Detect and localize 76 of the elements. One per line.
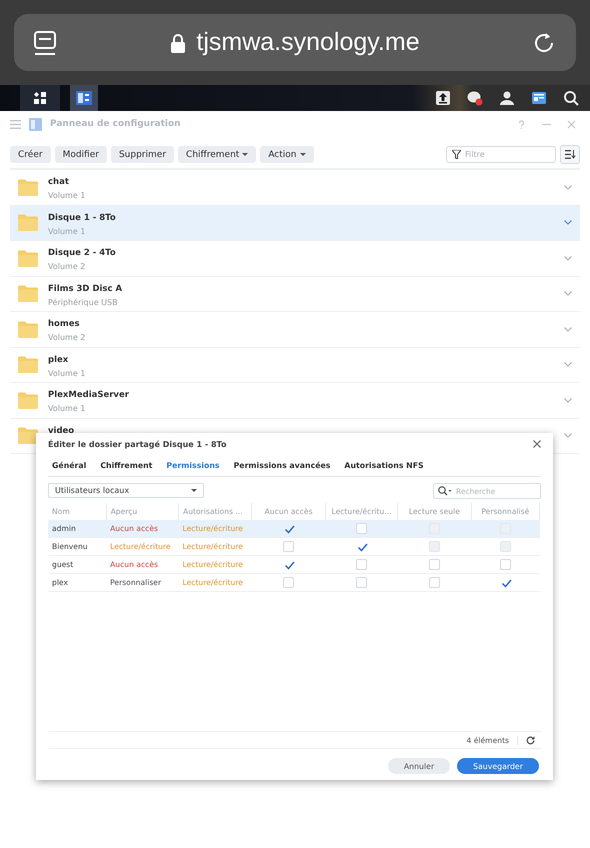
sort-icon (564, 150, 576, 159)
toolbar-button[interactable]: Action (260, 146, 314, 163)
upload-icon[interactable] (435, 90, 451, 106)
folder-icon (18, 427, 38, 444)
sort-button[interactable] (560, 145, 580, 164)
search-icon[interactable] (563, 90, 579, 106)
folder-icon (18, 178, 38, 196)
chevron-icon[interactable] (564, 291, 572, 296)
refresh-icon[interactable] (526, 736, 535, 744)
chevron-icon[interactable] (564, 184, 572, 190)
close-icon[interactable] (533, 440, 541, 448)
folder-icon (18, 392, 38, 409)
chevron-icon[interactable] (564, 256, 572, 261)
user-icon[interactable] (499, 90, 515, 106)
toolbar-button[interactable]: Modifier (54, 146, 107, 163)
checkbox[interactable] (356, 577, 367, 588)
chevron-icon[interactable] (564, 433, 572, 438)
widget-icon[interactable] (531, 90, 547, 106)
folder-icon (18, 214, 38, 232)
reader-icon[interactable] (32, 28, 58, 56)
folder-name: Films 3D Disc A (48, 284, 124, 294)
checkbox[interactable] (283, 541, 294, 552)
checkbox[interactable] (500, 559, 511, 570)
folder-row[interactable]: Films 3D Disc A Périphérique USB (10, 276, 580, 312)
filter-icon (452, 150, 461, 159)
chevron-icon[interactable] (564, 398, 572, 403)
checkbox[interactable] (500, 577, 511, 588)
checkbox[interactable] (283, 559, 294, 570)
folder-name: PlexMediaServer (48, 390, 130, 400)
checkbox[interactable] (428, 577, 440, 588)
window-title: Panneau de configuration (50, 119, 182, 129)
folder-location: Volume 1 (48, 191, 86, 200)
folder-row[interactable]: homes Volume 2 (10, 312, 580, 348)
control-panel-icon[interactable] (76, 91, 92, 105)
checkbox[interactable] (356, 523, 367, 534)
search-icon (438, 486, 452, 496)
folder-name: video (48, 426, 76, 436)
checkbox[interactable] (428, 559, 440, 570)
folder-row[interactable]: plex Volume 1 (10, 348, 580, 383)
folder-icon (18, 356, 38, 374)
chevron-icon[interactable] (564, 220, 572, 226)
folder-icon (18, 320, 38, 338)
folder-row[interactable]: Disque 2 - 4To Volume 2 (10, 241, 580, 276)
folder-name: Disque 1 - 8To (48, 212, 117, 222)
toolbar-button[interactable]: Créer (10, 146, 51, 163)
toolbar-button[interactable]: Supprimer (110, 146, 174, 163)
folder-name: plex (48, 354, 70, 364)
chevron-icon[interactable] (564, 362, 572, 368)
user-type-dropdown[interactable]: Utilisateurs locaux (48, 483, 204, 498)
lock-icon (170, 32, 186, 54)
folder-location: Volume 2 (48, 262, 86, 271)
folder-location: Volume 1 (48, 226, 86, 236)
checkbox[interactable] (356, 559, 367, 570)
help-icon[interactable] (517, 120, 526, 128)
dialog-title: Éditer le dossier partagé Disque 1 - 8To (48, 440, 228, 448)
filter-field[interactable]: Filtre (446, 146, 556, 163)
checkbox[interactable] (356, 541, 367, 552)
checkbox[interactable] (283, 523, 294, 534)
folder-location: Volume 1 (48, 368, 86, 378)
folder-location: Volume 1 (48, 404, 86, 413)
folder-name: Disque 2 - 4To (48, 248, 117, 258)
toolbar-button[interactable]: Chiffrement (178, 146, 256, 163)
folder-location: Volume 2 (48, 333, 86, 342)
folder-row[interactable]: PlexMediaServer Volume 1 (10, 383, 580, 418)
folder-icon (18, 250, 38, 267)
folder-name: chat (48, 177, 70, 187)
control-panel-icon (29, 118, 42, 130)
folder-name: homes (48, 319, 81, 329)
folder-row[interactable]: Disque 1 - 8To Volume 1 (10, 206, 580, 241)
chat-icon[interactable] (467, 90, 483, 106)
menu-icon[interactable] (10, 120, 21, 128)
grid-icon[interactable] (34, 92, 46, 104)
folder-location: Périphérique USB (48, 298, 119, 306)
checkbox[interactable] (283, 577, 294, 588)
folder-icon (18, 285, 38, 302)
chevron-icon[interactable] (564, 326, 572, 332)
